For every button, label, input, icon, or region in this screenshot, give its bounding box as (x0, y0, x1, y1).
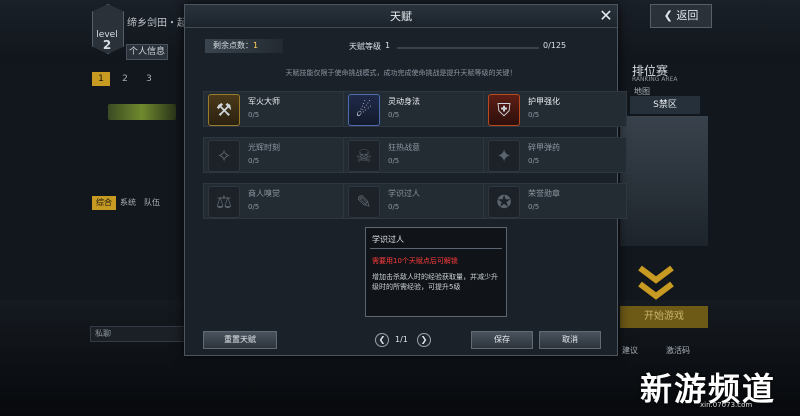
talent-card[interactable]: ☠ 狂热战意 0/5 (343, 137, 487, 173)
talent-card[interactable]: ⚒ 军火大师 0/5 (203, 91, 347, 127)
talent-name: 碎甲弹药 (528, 143, 560, 152)
talent-progress: 0/5 (388, 111, 400, 119)
talent-progress: 0/5 (248, 203, 260, 211)
glory-icon: ✧ (208, 140, 240, 172)
ranked-mode-subtitle: RANKING AREA (632, 76, 678, 83)
chevron-right-icon: ❯ (420, 335, 428, 344)
talent-progress: 0/5 (248, 157, 260, 165)
talent-card[interactable]: ⚖ 商人嗅觉 0/5 (203, 183, 347, 219)
talent-name: 狂热战意 (388, 143, 420, 152)
reset-talents-button[interactable]: 重置天赋 (203, 331, 277, 349)
talent-name: 学识过人 (388, 189, 420, 198)
piercing-ammo-icon: ✦ (488, 140, 520, 172)
talent-progress: 0/5 (248, 111, 260, 119)
tooltip-divider (370, 248, 502, 249)
talent-progress: 0/5 (388, 157, 400, 165)
talent-level-label: 天赋等级 (349, 42, 381, 51)
talent-progress: 0/5 (528, 157, 540, 165)
merchant-icon: ⚖ (208, 186, 240, 218)
tooltip-body: 增加击杀敌人时的经验获取量，并减少升级时的所需经验，可提升5级 (372, 273, 498, 291)
chat-input[interactable]: 私聊 (90, 326, 188, 342)
loadout-tabs: 1 2 3 (92, 72, 158, 86)
talent-name: 商人嗅觉 (248, 189, 280, 198)
redeem-code-link-label: 激活码 (666, 346, 690, 355)
talent-progress: 0/5 (528, 203, 540, 211)
talent-name: 灵动身法 (388, 97, 420, 106)
knowledge-icon: ✎ (348, 186, 380, 218)
talent-card[interactable]: ✦ 碎甲弹药 0/5 (483, 137, 627, 173)
loadout-tab-2[interactable]: 2 (116, 72, 134, 86)
back-arrow-icon: ❮ (663, 9, 677, 22)
suggest-link[interactable]: 建议 (622, 345, 638, 356)
talent-name: 荣誉勋章 (528, 189, 560, 198)
tooltip-requirement: 需要用10个天赋点后可解锁 (372, 257, 458, 265)
talent-description: 天赋技能仅限于使命挑战模式，成功完成使命挑战是提升天赋等级的关键！ (285, 69, 517, 77)
watermark-url: xin.07073.com (700, 401, 753, 409)
agility-icon: ☄ (348, 94, 380, 126)
cancel-button[interactable]: 取消 (539, 331, 601, 349)
level-number: 2 (102, 38, 112, 52)
talent-card[interactable]: ☄ 灵动身法 0/5 (343, 91, 487, 127)
chat-tab-team[interactable]: 队伍 (140, 196, 164, 210)
talent-icon-glyph: ✪ (496, 191, 512, 213)
remaining-points: 剩余点数：1 (205, 39, 283, 53)
rifle-image (108, 104, 176, 120)
profile-button[interactable]: 个人信息 (126, 44, 168, 60)
talent-level-value: 1 (385, 41, 391, 50)
talent-icon-glyph: ⚒ (215, 99, 233, 121)
map-name[interactable]: S禁区 (630, 96, 700, 114)
level-indicator: level 2 (92, 30, 122, 52)
save-button[interactable]: 保存 (471, 331, 533, 349)
back-label: 返回 (676, 9, 699, 22)
talent-level-progress: 0/125 (543, 41, 567, 50)
close-icon: ✕ (599, 6, 613, 25)
map-preview-image (620, 116, 708, 246)
talent-icon-glyph: ✦ (496, 145, 512, 167)
chevron-down-icon (638, 265, 674, 300)
talent-dialog: 天赋 ✕ 剩余点数：1 天赋等级 1 0/125 天赋技能仅限于使命挑战模式，成… (184, 4, 627, 356)
fervor-icon: ☠ (348, 140, 380, 172)
talent-name: 光辉时刻 (248, 143, 280, 152)
ammo-icon: ⚒ (208, 94, 240, 126)
talent-level-progress-bar (397, 47, 539, 49)
talent-progress: 0/5 (388, 203, 400, 211)
tooltip-title: 学识过人 (372, 235, 404, 244)
talent-name: 护甲强化 (528, 97, 560, 106)
talent-name: 军火大师 (248, 97, 280, 106)
chat-tab-system[interactable]: 系统 (116, 196, 140, 210)
talent-icon-glyph: ☠ (355, 145, 373, 167)
player-name: 缔乡剑田・起 (127, 18, 187, 29)
loadout-tab-1[interactable]: 1 (92, 72, 110, 86)
start-game-button[interactable]: 开始游戏 (620, 306, 708, 328)
chat-tab-all[interactable]: 综合 (92, 196, 116, 210)
talent-card[interactable]: ✪ 荣誉勋章 0/5 (483, 183, 627, 219)
remaining-points-label: 剩余点数： (213, 41, 253, 50)
talent-icon-glyph: ☄ (355, 99, 373, 121)
redeem-code-link[interactable]: 激活码 (666, 345, 690, 356)
chat-tabs: 综合 系统 队伍 (92, 190, 164, 210)
talent-tooltip: 学识过人 需要用10个天赋点后可解锁 增加击杀敌人时的经验获取量，并减少升级时的… (365, 227, 507, 317)
talent-progress: 0/5 (528, 111, 540, 119)
medal-icon: ✪ (488, 186, 520, 218)
suggest-link-label: 建议 (622, 346, 638, 355)
talent-card[interactable]: ⛨ 护甲强化 0/5 (483, 91, 627, 127)
prev-page-button[interactable]: ❮ (375, 333, 389, 347)
chevron-left-icon: ❮ (378, 335, 386, 344)
dialog-title: 天赋 (390, 10, 412, 23)
page-indicator: 1/1 (395, 335, 408, 344)
close-button[interactable]: ✕ (597, 7, 615, 25)
talent-card[interactable]: ✧ 光辉时刻 0/5 (203, 137, 347, 173)
remaining-points-value: 1 (253, 41, 259, 50)
talent-icon-glyph: ⛨ (497, 99, 511, 121)
talent-card[interactable]: ✎ 学识过人 0/5 (343, 183, 487, 219)
loadout-tab-3[interactable]: 3 (140, 72, 158, 86)
back-button[interactable]: ❮ 返回 (650, 4, 712, 28)
talent-icon-glyph: ⚖ (215, 191, 233, 213)
talent-icon-glyph: ✧ (216, 145, 232, 167)
armor-icon: ⛨ (488, 94, 520, 126)
next-page-button[interactable]: ❯ (417, 333, 431, 347)
talent-icon-glyph: ✎ (356, 191, 372, 213)
